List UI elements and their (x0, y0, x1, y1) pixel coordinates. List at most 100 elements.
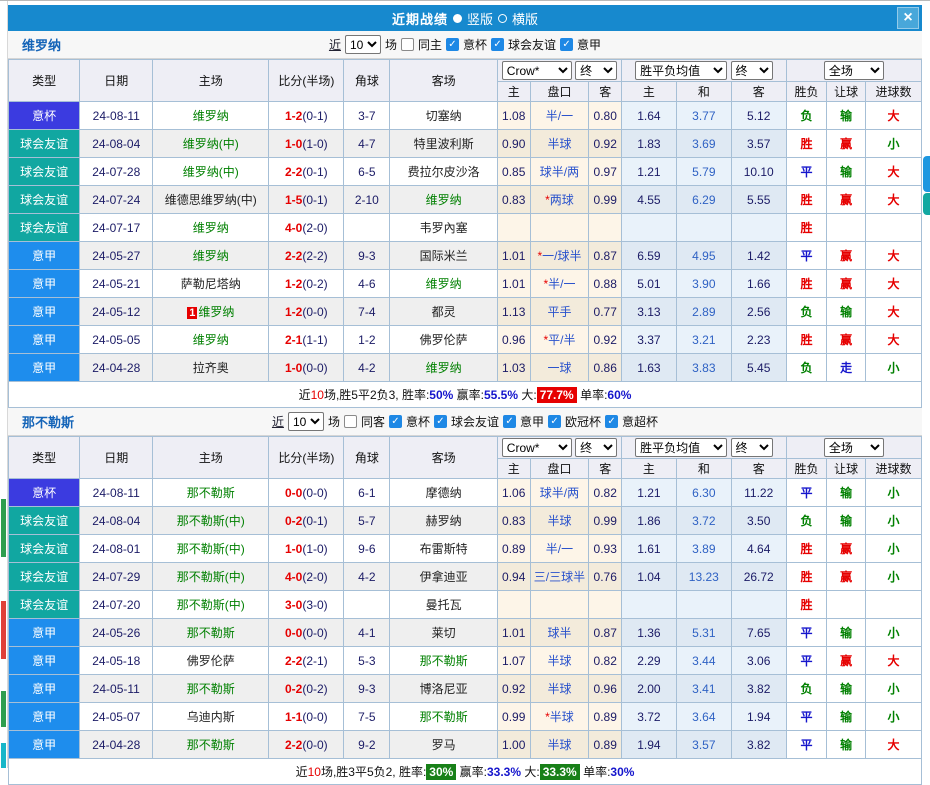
eu-home-odds: 3.72 (620, 702, 677, 731)
eu-away-odds: 4.64 (730, 534, 787, 563)
half-time-score: (3-0) (302, 597, 328, 612)
full-match-select[interactable]: 全场 (823, 61, 884, 80)
asia-away-odds: 0.82 (588, 646, 622, 675)
crow-odds-select[interactable]: Crow* (501, 438, 572, 457)
corners-cell (343, 213, 391, 242)
half-time-score: (0-0) (302, 360, 328, 375)
crow-odds-select[interactable]: Crow* (501, 61, 572, 80)
wdl-average-select[interactable]: 胜平负均值 (635, 61, 728, 80)
eu-draw-odds: 3.41 (675, 674, 732, 703)
result: 负 (800, 682, 813, 696)
score-cell: 1-0(0-0) (268, 353, 345, 382)
eu-home-odds: 1.64 (620, 101, 677, 130)
match-type-badge: 意杯 (7, 101, 81, 130)
column-header-asia-away: 客 (588, 458, 622, 479)
result-cell: 平 (785, 702, 828, 731)
page-left-strip (0, 1, 8, 768)
final-odds-select[interactable]: 终 (575, 438, 618, 457)
home-team-name: 乌迪内斯 (186, 710, 235, 724)
column-header-result: 胜负 (785, 81, 828, 102)
goals-total-cell: 大 (864, 185, 923, 214)
final-odds-select-2[interactable]: 终 (730, 438, 773, 457)
games-label: 场 (327, 415, 340, 429)
summary-part: 10 (310, 388, 324, 402)
league-checkbox[interactable]: ✓ (446, 38, 459, 51)
handicap-result-cell: 赢 (826, 269, 866, 298)
home-team-cell: 那不勒斯 (152, 730, 270, 759)
handicap-result: 赢 (840, 277, 853, 291)
column-header-asia-home: 主 (496, 458, 531, 479)
match-type-badge: 球会友谊 (7, 590, 81, 619)
corners-cell: 4-6 (343, 269, 391, 298)
match-date: 24-08-11 (79, 478, 154, 507)
goals-total-cell: 大 (864, 157, 923, 186)
away-team-cell: 韦罗內塞 (389, 213, 498, 242)
near-link[interactable]: 近 (272, 413, 284, 430)
same-venue-checkbox[interactable] (400, 38, 414, 51)
radio-vertical-layout[interactable] (452, 13, 462, 23)
league-checkbox[interactable]: ✓ (434, 415, 447, 428)
league-checkbox[interactable]: ✓ (503, 415, 517, 428)
result: 胜 (800, 570, 813, 584)
score-cell: 0-2(0-2) (268, 674, 345, 703)
league-checkbox[interactable]: ✓ (548, 415, 562, 428)
eu-draw-value: 4.95 (692, 248, 716, 263)
match-type-badge: 意甲 (7, 297, 81, 326)
league-label: 意甲 (577, 38, 602, 52)
match-type-label: 球会友谊 (20, 570, 69, 584)
goals-total: 小 (887, 137, 900, 151)
summary-row: 近10场,胜3平5负2, 胜率: 30% 赢率:33.3% 大: 33.3% 单率:… (8, 758, 922, 785)
league-checkbox[interactable]: ✓ (388, 415, 402, 428)
radio-horizontal-layout[interactable] (498, 13, 507, 23)
league-checkbox[interactable]: ✓ (491, 38, 505, 51)
home-team-name: 拉齐奥 (192, 361, 229, 375)
final-odds-select[interactable]: 终 (575, 61, 618, 80)
asia-handicap-cell: 半球 (529, 646, 590, 675)
match-type-label: 球会友谊 (20, 542, 69, 556)
home-team-cell: 那不勒斯 (152, 618, 270, 647)
home-team-name: 维罗纳 (192, 333, 229, 347)
close-icon[interactable]: × (897, 7, 919, 29)
near-link[interactable]: 近 (329, 36, 341, 53)
full-match-select[interactable]: 全场 (823, 438, 884, 457)
match-count-select[interactable]: 10 (344, 35, 381, 54)
handicap-result: 赢 (840, 570, 853, 584)
home-team-cell: 那不勒斯 (152, 478, 270, 507)
final-odds-select-2[interactable]: 终 (730, 61, 773, 80)
result: 胜 (800, 277, 813, 291)
league-checkbox[interactable]: ✓ (605, 415, 619, 428)
eu-away-odds: 1.42 (730, 241, 787, 270)
match-count-select[interactable]: 10 (287, 412, 324, 431)
match-type-label: 球会友谊 (20, 598, 69, 612)
home-team-name: 那不勒斯 (186, 682, 235, 696)
handicap-result-cell: 赢 (826, 129, 866, 158)
asia-handicap: 两球 (549, 193, 574, 207)
league-checkbox[interactable]: ✓ (560, 38, 574, 51)
asia-handicap-cell: 半球 (529, 129, 590, 158)
eu-draw-odds: 3.64 (675, 702, 732, 731)
eu-draw-odds: 3.72 (675, 506, 732, 535)
match-row: 球会友谊 24-07-17 维罗纳 4-0(2-0) 韦罗內塞 胜 (7, 213, 923, 242)
handicap-result-cell: 赢 (826, 241, 866, 270)
match-type-label: 球会友谊 (20, 137, 69, 151)
full-time-score: 2-2 (285, 248, 303, 263)
eu-draw-odds: 6.29 (675, 185, 732, 214)
scroll-tab[interactable] (923, 156, 930, 192)
handicap-result: 输 (840, 626, 853, 640)
handicap-result-cell (826, 590, 866, 619)
handicap-result: 输 (840, 738, 853, 752)
goals-total: 大 (887, 193, 900, 207)
handicap-result-cell: 赢 (826, 325, 866, 354)
column-header-eu-home: 主 (620, 81, 677, 102)
asia-handicap: 半球 (547, 682, 572, 696)
asia-away-odds: 0.92 (588, 325, 622, 354)
wdl-average-select[interactable]: 胜平负均值 (635, 438, 728, 457)
goals-total-cell: 大 (864, 325, 923, 354)
asia-odds-header: Crow* 终 (496, 436, 622, 459)
header-row-1: 类型 日期 主场 比分(半场) 角球 客场 Crow* 终胜平负均值 终 全场 (7, 436, 923, 479)
handicap-result-cell: 赢 (826, 562, 866, 591)
handicap-result-cell: 输 (826, 618, 866, 647)
same-venue-checkbox[interactable] (343, 415, 357, 428)
asia-odds-header: Crow* 终 (496, 59, 622, 82)
match-date: 24-05-07 (79, 702, 154, 731)
